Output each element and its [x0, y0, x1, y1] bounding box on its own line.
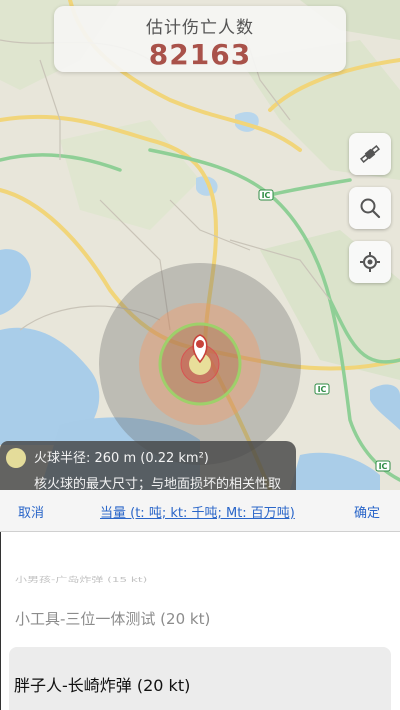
picker-option[interactable]: 小工具-三位一体测试 (20 kt) — [15, 608, 210, 629]
casualty-label: 估计伤亡人数 — [146, 18, 254, 38]
map-type-button[interactable] — [349, 133, 391, 175]
search-icon — [360, 198, 381, 219]
fireball-description: 核火球的最大尺寸；与地面损坏的相关性取 — [34, 477, 282, 491]
picker-toolbar: 取消 当量 (t: 吨; kt: 千吨; Mt: 百万吨) 确定 — [0, 490, 400, 532]
satellite-icon — [359, 144, 381, 164]
highway-badge: IC — [379, 462, 388, 471]
fireball-legend-dot — [6, 448, 26, 468]
locate-icon — [360, 252, 380, 272]
highway-badge: IC — [318, 385, 327, 394]
blast-radius-rings — [99, 263, 301, 465]
yield-unit-legend[interactable]: 当量 (t: 吨; kt: 千吨; Mt: 百万吨) — [100, 502, 295, 521]
effects-info-panel[interactable]: 火球半径: 260 m (0.22 km²) 核火球的最大尺寸；与地面损坏的相关… — [0, 441, 296, 491]
casualty-estimate-card: 估计伤亡人数 82163 — [54, 6, 346, 72]
search-button[interactable] — [349, 187, 391, 229]
picker-option-selected[interactable]: 胖子人-长崎炸弹 (20 kt) — [14, 672, 190, 696]
bomb-picker-wheel[interactable]: 小男孩-广岛炸弹 (15 kt) 小工具-三位一体测试 (20 kt) 胖子人-… — [0, 532, 400, 710]
highway-badge: IC — [262, 191, 271, 200]
picker-option[interactable]: 小男孩-广岛炸弹 (15 kt) — [15, 574, 147, 584]
confirm-button[interactable]: 确定 — [354, 502, 380, 521]
cancel-button[interactable]: 取消 — [18, 502, 44, 521]
fireball-radius-text: 火球半径: 260 m (0.22 km²) — [34, 451, 209, 466]
locate-button[interactable] — [349, 241, 391, 283]
casualty-count: 82163 — [148, 38, 252, 71]
map-view[interactable]: IC IC IC — [0, 0, 400, 490]
